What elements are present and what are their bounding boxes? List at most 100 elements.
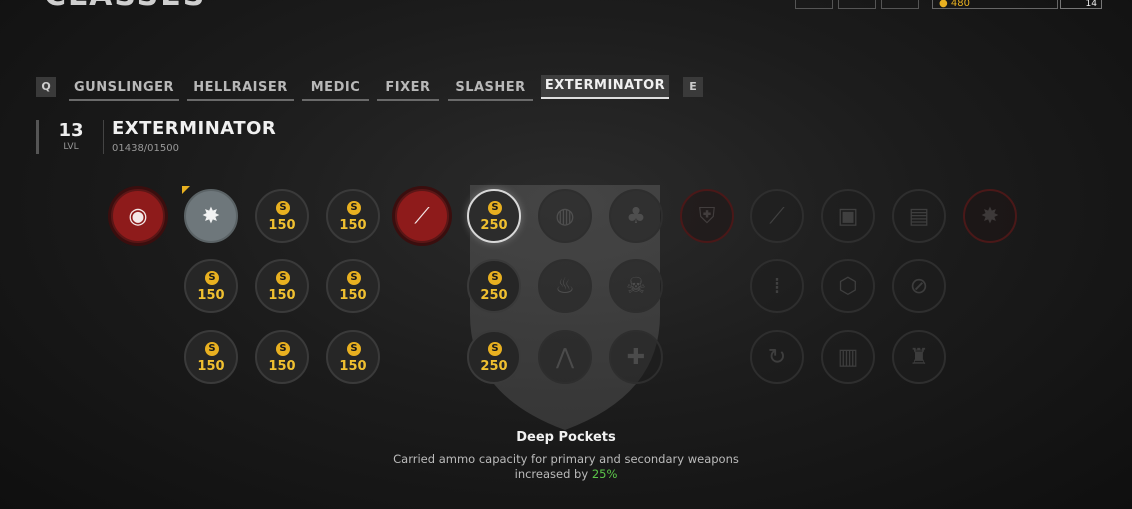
skill-node[interactable]: ♨ — [538, 259, 592, 313]
skill-cost: 150 — [197, 288, 225, 303]
skill-cost: 150 — [339, 218, 367, 233]
coin-icon: S — [488, 342, 502, 356]
tab-medic[interactable]: MEDIC — [302, 77, 369, 101]
coin-icon: S — [276, 342, 290, 356]
skill-cost: 150 — [339, 359, 367, 374]
reload-icon: ↻ — [767, 345, 787, 370]
perk-name: Deep Pockets — [516, 430, 616, 445]
skill-node[interactable]: ⬡ — [821, 259, 875, 313]
currency-display: ● 480 — [932, 0, 1058, 9]
skill-node[interactable]: ▣ — [821, 189, 875, 243]
class-level-box: 13 LVL — [36, 120, 104, 154]
skill-node[interactable]: S 150 — [326, 330, 380, 384]
skill-node[interactable]: S 150 — [326, 259, 380, 313]
coin-icon: S — [347, 271, 361, 285]
nut-icon: ⬡ — [838, 274, 858, 299]
tab-hellraiser[interactable]: HELLRAISER — [187, 77, 294, 101]
skill-node[interactable]: ⋀ — [538, 330, 592, 384]
skill-node[interactable]: ✚ — [609, 330, 663, 384]
skill-node[interactable]: ⁞ — [750, 259, 804, 313]
soldier-icon: ♜ — [909, 345, 929, 370]
skill-node[interactable]: S 250 — [467, 189, 521, 243]
class-xp: 01438/01500 — [112, 143, 179, 154]
skill-node[interactable]: ⟋ — [395, 189, 449, 243]
class-ability-icon: ◉ — [128, 204, 148, 229]
skill-cost: 150 — [268, 288, 296, 303]
coin-icon: S — [276, 201, 290, 215]
grenade-icon: ◍ — [555, 204, 575, 229]
coin-icon: S — [347, 342, 361, 356]
coin-icon: S — [488, 271, 502, 285]
skill-node[interactable]: S 150 — [184, 259, 238, 313]
skill-node[interactable]: ⛨ — [680, 189, 734, 243]
bullets-icon: ⁞ — [773, 274, 781, 299]
skill-node[interactable]: ▥ — [821, 330, 875, 384]
mortar-icon: ⟋ — [414, 204, 430, 229]
tab-exterminator[interactable]: EXTERMINATOR — [541, 75, 669, 99]
skill-node[interactable]: ☠ — [609, 259, 663, 313]
skill-node[interactable]: ▤ — [892, 189, 946, 243]
coin-icon: S — [347, 201, 361, 215]
skill-node[interactable]: S 150 — [184, 330, 238, 384]
skull-icon: ☠ — [626, 274, 646, 299]
skill-node[interactable]: ↻ — [750, 330, 804, 384]
skill-cost: 150 — [268, 218, 296, 233]
level-label: LVL — [63, 142, 79, 152]
skill-cost: 150 — [268, 359, 296, 374]
backpack-icon: ▣ — [837, 204, 859, 229]
skill-node[interactable]: S 150 — [326, 189, 380, 243]
ammo-box-icon: ▤ — [908, 204, 930, 229]
skill-node[interactable]: ◍ — [538, 189, 592, 243]
class-name: EXTERMINATOR — [112, 118, 277, 139]
top-bar: CLASSES ● 480 14 — [0, 0, 1132, 13]
page-title: CLASSES — [44, 0, 206, 13]
skill-node[interactable]: S 150 — [255, 259, 309, 313]
skill-node[interactable]: S 150 — [255, 189, 309, 243]
skill-cost: 150 — [339, 288, 367, 303]
tab-gunslinger[interactable]: GUNSLINGER — [69, 77, 179, 101]
rifle-icon: ⟋ — [769, 204, 785, 229]
prev-tab-key[interactable]: Q — [36, 77, 56, 97]
skill-node[interactable]: ✸ — [184, 189, 238, 243]
coin-icon: S — [488, 201, 502, 215]
grenade-plus-icon: ✚ — [626, 345, 646, 370]
clover-icon: ♣ — [626, 204, 646, 229]
perk-desc-line-2: increased by — [514, 467, 592, 481]
top-slot[interactable] — [838, 0, 876, 9]
coin-icon: S — [205, 342, 219, 356]
compass-icon: ⊘ — [909, 274, 929, 299]
perk-value: 25% — [591, 467, 618, 481]
next-tab-key[interactable]: E — [683, 77, 703, 97]
tab-fixer[interactable]: FIXER — [377, 77, 439, 101]
coin-icon: S — [205, 271, 219, 285]
skill-cost: 150 — [197, 359, 225, 374]
coin-icon: ● — [939, 0, 951, 9]
player-level: 14 — [1085, 0, 1097, 9]
tab-slasher[interactable]: SLASHER — [448, 77, 533, 101]
skill-cost: 250 — [480, 288, 508, 303]
skill-node[interactable]: ✸ — [963, 189, 1017, 243]
top-slot[interactable] — [881, 0, 919, 9]
player-level-badge: 14 — [1060, 0, 1102, 9]
crate-icon: ▥ — [837, 345, 859, 370]
tripod-icon: ⋀ — [555, 345, 575, 370]
skill-node[interactable]: S 250 — [467, 259, 521, 313]
shield-icon: ⛨ — [698, 204, 716, 229]
skill-cost: 250 — [480, 359, 508, 374]
explosive-icon: ✸ — [980, 204, 1000, 229]
skill-node[interactable]: ♣ — [609, 189, 663, 243]
skill-node[interactable]: ♜ — [892, 330, 946, 384]
top-slot[interactable] — [795, 0, 833, 9]
class-level: 13 — [58, 120, 84, 141]
skill-node[interactable]: S 150 — [255, 330, 309, 384]
skill-node[interactable]: ⟋ — [750, 189, 804, 243]
skill-node[interactable]: ⊘ — [892, 259, 946, 313]
perk-description: Carried ammo capacity for primary and se… — [390, 452, 742, 482]
explosive-icon: ✸ — [201, 204, 221, 229]
coin-icon: S — [276, 271, 290, 285]
currency-amount: 480 — [950, 0, 970, 9]
skill-node[interactable]: S 250 — [467, 330, 521, 384]
skill-node[interactable]: ◉ — [111, 189, 165, 243]
skill-cost: 250 — [480, 218, 508, 233]
fire-icon: ♨ — [555, 274, 575, 299]
